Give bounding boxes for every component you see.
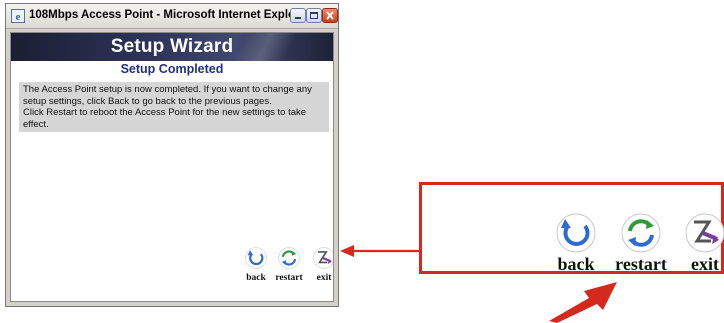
- internet-explorer-icon: e: [11, 9, 25, 23]
- restart-button[interactable]: restart: [269, 247, 309, 283]
- close-icon: [326, 11, 334, 20]
- zoom-panel: back restart exit: [419, 182, 724, 274]
- browser-window: e 108Mbps Access Point - Microsoft Inter…: [5, 3, 339, 307]
- restart-arrows-icon: [621, 213, 661, 253]
- message-line: The Access Point setup is now completed.…: [23, 84, 312, 107]
- maximize-button[interactable]: [306, 8, 322, 23]
- page-content: Setup Wizard Setup Completed The Access …: [10, 32, 334, 302]
- back-button[interactable]: back: [243, 247, 269, 283]
- message-line: Click Restart to reboot the Access Point…: [23, 107, 307, 130]
- maximize-icon: [310, 12, 318, 19]
- completion-message: The Access Point setup is now completed.…: [19, 82, 329, 132]
- back-arrow-icon: [556, 213, 596, 253]
- exit-arrow-icon: [313, 247, 333, 269]
- minimize-icon: [295, 17, 301, 19]
- exit-arrow-icon: [685, 213, 724, 253]
- wizard-buttons: back restart exit: [243, 247, 333, 287]
- pointer-arrow-icon: [340, 245, 420, 257]
- minimize-button[interactable]: [290, 8, 306, 23]
- zoomed-back-button[interactable]: back: [550, 213, 602, 275]
- back-arrow-icon: [245, 247, 267, 269]
- window-title: 108Mbps Access Point - Microsoft Interne…: [29, 9, 311, 21]
- restart-arrows-icon: [278, 247, 300, 269]
- zoomed-exit-button[interactable]: exit: [680, 213, 724, 275]
- close-button[interactable]: [322, 8, 338, 23]
- banner-title: Setup Wizard: [110, 36, 234, 57]
- svg-text:e: e: [16, 11, 21, 23]
- zoomed-restart-button[interactable]: restart: [604, 213, 678, 275]
- callout-arrow-icon: [549, 282, 617, 323]
- wizard-banner: Setup Wizard: [11, 33, 333, 61]
- exit-button[interactable]: exit: [311, 247, 333, 283]
- page-subtitle: Setup Completed: [120, 62, 224, 76]
- zoomed-wizard-buttons: back restart exit: [550, 213, 724, 275]
- title-bar[interactable]: e 108Mbps Access Point - Microsoft Inter…: [6, 4, 338, 29]
